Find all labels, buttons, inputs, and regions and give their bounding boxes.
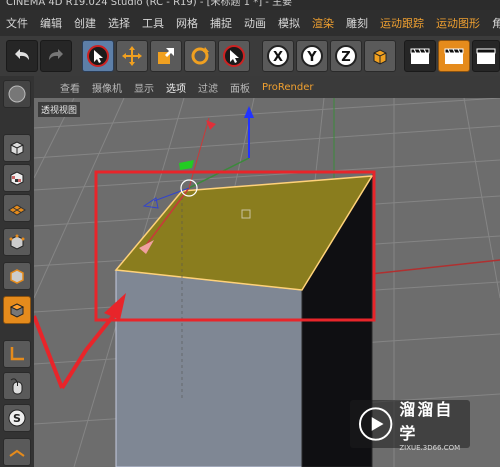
z-axis-lock-button[interactable]: Z — [330, 40, 362, 72]
texture-mode-button[interactable] — [3, 164, 31, 192]
render-settings-button[interactable] — [472, 40, 500, 72]
points-mode-button[interactable] — [3, 228, 31, 256]
watermark: 溜溜自学 ZIXUE.3D66.COM — [350, 400, 470, 452]
workplane-lock-button[interactable] — [3, 438, 31, 466]
watermark-url: ZIXUE.3D66.COM — [399, 444, 461, 452]
cube-points-icon — [9, 234, 25, 250]
viewport-menu-prorender[interactable]: ProRender — [256, 82, 319, 93]
snap-magnet-icon: S — [8, 409, 26, 427]
axis-corner-icon — [10, 347, 24, 361]
menu-character[interactable]: 角色 — [486, 15, 500, 31]
watermark-name: 溜溜自学 — [399, 400, 454, 443]
y-axis-label: Y — [306, 50, 317, 65]
redo-icon — [49, 49, 63, 60]
live-selection-button[interactable] — [82, 40, 114, 72]
undo-icon — [15, 49, 29, 60]
z-axis-label: Z — [341, 50, 350, 65]
menu-mesh[interactable]: 网格 — [170, 15, 204, 31]
viewport-menu-view[interactable]: 查看 — [54, 80, 86, 95]
clapperboard-icon — [444, 48, 464, 64]
scale-tool-button[interactable] — [150, 40, 182, 72]
viewport-menu-cameras[interactable]: 摄像机 — [86, 80, 128, 95]
menu-animate[interactable]: 动画 — [238, 15, 272, 31]
polygons-mode-button[interactable] — [3, 296, 31, 324]
x-axis-lock-button[interactable]: X — [262, 40, 294, 72]
make-editable-button[interactable] — [3, 80, 31, 108]
viewport-menu-options[interactable]: 选项 — [160, 80, 192, 95]
undo-button[interactable] — [6, 40, 38, 72]
z-axis-icon: Z — [335, 45, 357, 67]
menu-sculpt[interactable]: 雕刻 — [340, 15, 374, 31]
rotate-icon — [191, 47, 209, 65]
y-axis-icon: Y — [301, 45, 323, 67]
menu-file[interactable]: 文件 — [0, 15, 34, 31]
move-tool-button[interactable] — [116, 40, 148, 72]
rotate-tool-button[interactable] — [184, 40, 216, 72]
svg-text:S: S — [13, 412, 21, 425]
render-view-button[interactable] — [404, 40, 436, 72]
cube-edges-icon — [10, 269, 24, 284]
menu-edit[interactable]: 编辑 — [34, 15, 68, 31]
clapperboard-icon — [410, 48, 430, 64]
menu-select[interactable]: 选择 — [102, 15, 136, 31]
viewport-menu-display[interactable]: 显示 — [128, 80, 160, 95]
viewport-menu-panel[interactable]: 面板 — [224, 80, 256, 95]
grid-icon — [9, 449, 25, 457]
checker-cube-icon — [10, 171, 24, 186]
cursor-arrow-icon — [223, 45, 245, 67]
menu-tools[interactable]: 工具 — [136, 15, 170, 31]
cube-icon — [10, 141, 24, 156]
viewport-menu: 查看 摄像机 显示 选项 过滤 面板 ProRender — [34, 76, 500, 99]
menu-simulate[interactable]: 模拟 — [272, 15, 306, 31]
clapperboard-icon — [476, 48, 496, 64]
render-picture-viewer-button[interactable] — [438, 40, 470, 72]
left-toolbar: S — [0, 76, 35, 467]
cube-orange-icon — [373, 49, 387, 65]
cursor-arrow-icon — [87, 45, 109, 67]
play-logo-icon — [358, 407, 393, 441]
grid-plane-icon — [8, 204, 26, 216]
main-menu: 文件 编辑 创建 选择 工具 网格 捕捉 动画 模拟 渲染 雕刻 运动跟踪 运动… — [0, 10, 500, 36]
coordinate-system-button[interactable] — [364, 40, 396, 72]
y-axis-lock-button[interactable]: Y — [296, 40, 328, 72]
menu-motion-tracking[interactable]: 运动跟踪 — [374, 15, 430, 31]
cube-polygons-icon — [9, 303, 25, 318]
viewport-menu-filter[interactable]: 过滤 — [192, 80, 224, 95]
move-arrows-icon — [122, 46, 142, 66]
sphere-icon — [8, 85, 26, 103]
scale-icon — [158, 48, 174, 64]
menu-snap[interactable]: 捕捉 — [204, 15, 238, 31]
menu-mograph[interactable]: 运动图形 — [430, 15, 486, 31]
cube-front-face[interactable] — [115, 269, 303, 467]
edges-mode-button[interactable] — [3, 262, 31, 290]
redo-button[interactable] — [40, 40, 72, 72]
window-title: CINEMA 4D R19.024 Studio (RC - R19) - [未… — [0, 0, 500, 10]
tweak-mode-button[interactable] — [3, 372, 31, 400]
snap-button[interactable]: S — [3, 404, 31, 432]
workplane-mode-button[interactable] — [3, 194, 31, 222]
perspective-viewport[interactable]: 透视视图 溜溜自学 ZIXUE.3D66.COM — [34, 98, 500, 467]
recent-tool-button[interactable] — [218, 40, 250, 72]
main-toolbar: X Y Z — [0, 36, 500, 77]
axis-mode-button[interactable] — [3, 340, 31, 368]
menu-create[interactable]: 创建 — [68, 15, 102, 31]
x-axis-label: X — [273, 50, 283, 65]
x-axis-icon: X — [267, 45, 289, 67]
mouse-icon — [10, 378, 23, 395]
model-mode-button[interactable] — [3, 134, 31, 162]
menu-render[interactable]: 渲染 — [306, 15, 340, 31]
viewport-label: 透视视图 — [38, 102, 81, 117]
